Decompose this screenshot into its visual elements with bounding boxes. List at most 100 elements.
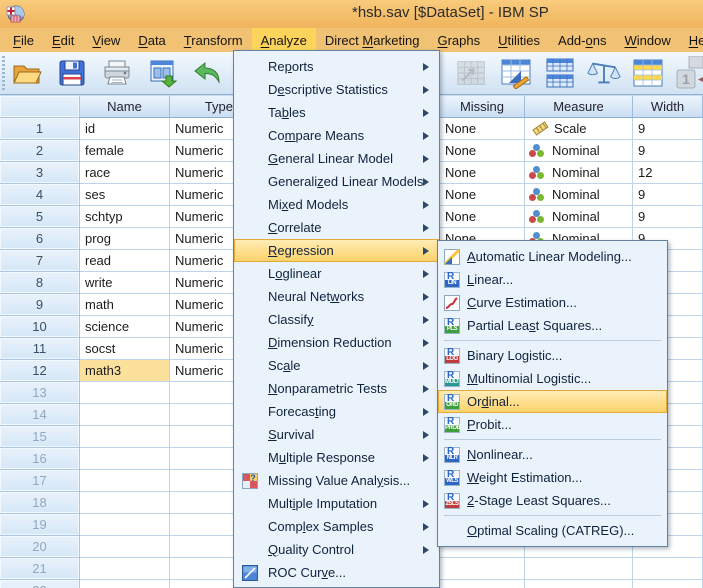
menu-item-forecasting[interactable]: Forecasting xyxy=(234,400,439,423)
select-cases-icon[interactable] xyxy=(631,56,665,90)
type-cell[interactable] xyxy=(170,580,240,588)
type-cell[interactable]: Numeric xyxy=(170,118,240,140)
row-number-cell[interactable]: 7 xyxy=(0,250,80,272)
submenu-item-2-stage-least-squares[interactable]: R 2SLS 2-Stage Least Squares... xyxy=(438,489,667,512)
type-cell[interactable]: Numeric xyxy=(170,206,240,228)
menu-item-general-linear-model[interactable]: General Linear Model xyxy=(234,147,439,170)
name-cell[interactable]: schtyp xyxy=(80,206,170,228)
row-number-cell[interactable]: 17 xyxy=(0,470,80,492)
type-cell[interactable]: Numeric xyxy=(170,294,240,316)
column-header-type[interactable]: Type xyxy=(170,95,240,118)
row-number-cell[interactable]: 8 xyxy=(0,272,80,294)
print-icon[interactable] xyxy=(100,56,134,90)
menu-item-missing-value-analysis[interactable]: ? Missing Value Analysis... xyxy=(234,469,439,492)
type-cell[interactable] xyxy=(170,492,240,514)
measure-cell[interactable]: Nominal xyxy=(525,184,633,206)
submenu-item-multinomial-logistic[interactable]: R MULT Multinomial Logistic... xyxy=(438,367,667,390)
type-cell[interactable] xyxy=(170,382,240,404)
menu-item-multiple-response[interactable]: Multiple Response xyxy=(234,446,439,469)
name-cell[interactable]: math3 xyxy=(80,360,170,382)
measure-cell[interactable]: Nominal xyxy=(525,140,633,162)
width-cell[interactable] xyxy=(633,580,703,588)
column-header-measure[interactable]: Measure xyxy=(525,95,633,118)
column-header-name[interactable]: Name xyxy=(80,95,170,118)
name-cell[interactable] xyxy=(80,558,170,580)
type-cell[interactable] xyxy=(170,448,240,470)
submenu-item-partial-least-squares[interactable]: R PLS Partial Least Squares... xyxy=(438,314,667,337)
variables-icon[interactable] xyxy=(499,56,533,90)
missing-cell[interactable]: None xyxy=(440,206,525,228)
menubar-item-file[interactable]: File xyxy=(4,28,43,52)
menu-item-dimension-reduction[interactable]: Dimension Reduction xyxy=(234,331,439,354)
menu-item-neural-networks[interactable]: Neural Networks xyxy=(234,285,439,308)
missing-cell[interactable]: None xyxy=(440,118,525,140)
row-number-cell[interactable]: 4 xyxy=(0,184,80,206)
row-number-cell[interactable]: 3 xyxy=(0,162,80,184)
width-cell[interactable]: 9 xyxy=(633,118,703,140)
width-cell[interactable]: 9 xyxy=(633,206,703,228)
row-number-cell[interactable]: 11 xyxy=(0,338,80,360)
name-cell[interactable]: female xyxy=(80,140,170,162)
row-number-cell[interactable]: 15 xyxy=(0,426,80,448)
measure-cell[interactable] xyxy=(525,580,633,588)
type-cell[interactable]: Numeric xyxy=(170,272,240,294)
row-number-cell[interactable]: 20 xyxy=(0,536,80,558)
row-number-cell[interactable]: 10 xyxy=(0,316,80,338)
menu-item-descriptive-statistics[interactable]: Descriptive Statistics xyxy=(234,78,439,101)
name-cell[interactable]: race xyxy=(80,162,170,184)
type-cell[interactable] xyxy=(170,426,240,448)
menu-item-classify[interactable]: Classify xyxy=(234,308,439,331)
menubar-item-utilities[interactable]: Utilities xyxy=(489,28,549,52)
width-cell[interactable] xyxy=(633,558,703,580)
menu-item-regression[interactable]: Regression xyxy=(234,239,439,262)
menu-item-correlate[interactable]: Correlate xyxy=(234,216,439,239)
menu-item-loglinear[interactable]: Loglinear xyxy=(234,262,439,285)
name-cell[interactable]: science xyxy=(80,316,170,338)
submenu-item-nonlinear[interactable]: R NLR Nonlinear... xyxy=(438,443,667,466)
name-cell[interactable]: read xyxy=(80,250,170,272)
name-cell[interactable] xyxy=(80,448,170,470)
submenu-item-ordinal[interactable]: R ORD Ordinal... xyxy=(438,390,667,413)
submenu-item-probit[interactable]: R PROB Probit... xyxy=(438,413,667,436)
type-cell[interactable]: Numeric xyxy=(170,338,240,360)
undo-icon[interactable] xyxy=(190,56,224,90)
row-number-cell[interactable]: 9 xyxy=(0,294,80,316)
measure-cell[interactable]: Nominal xyxy=(525,206,633,228)
name-cell[interactable]: ses xyxy=(80,184,170,206)
name-cell[interactable] xyxy=(80,470,170,492)
row-number-cell[interactable]: 2 xyxy=(0,140,80,162)
type-cell[interactable]: Numeric xyxy=(170,360,240,382)
measure-cell[interactable]: Scale xyxy=(525,118,633,140)
name-cell[interactable] xyxy=(80,580,170,588)
menu-item-compare-means[interactable]: Compare Means xyxy=(234,124,439,147)
save-icon[interactable] xyxy=(55,56,89,90)
menu-item-generalized-linear-models[interactable]: Generalized Linear Models xyxy=(234,170,439,193)
row-number-cell[interactable]: 5 xyxy=(0,206,80,228)
name-cell[interactable]: id xyxy=(80,118,170,140)
menu-item-reports[interactable]: Reports xyxy=(234,55,439,78)
menu-item-quality-control[interactable]: Quality Control xyxy=(234,538,439,561)
type-cell[interactable]: Numeric xyxy=(170,162,240,184)
missing-cell[interactable] xyxy=(440,580,525,588)
menubar-item-transform[interactable]: Transform xyxy=(175,28,252,52)
name-cell[interactable] xyxy=(80,514,170,536)
menu-item-survival[interactable]: Survival xyxy=(234,423,439,446)
name-cell[interactable]: math xyxy=(80,294,170,316)
menu-item-scale[interactable]: Scale xyxy=(234,354,439,377)
submenu-item-linear[interactable]: R LIN Linear... xyxy=(438,268,667,291)
type-cell[interactable]: Numeric xyxy=(170,184,240,206)
name-cell[interactable] xyxy=(80,492,170,514)
missing-cell[interactable]: None xyxy=(440,162,525,184)
type-cell[interactable] xyxy=(170,514,240,536)
row-number-cell[interactable]: 13 xyxy=(0,382,80,404)
width-cell[interactable]: 9 xyxy=(633,184,703,206)
row-number-cell[interactable]: 22 xyxy=(0,580,80,588)
type-cell[interactable] xyxy=(170,558,240,580)
menubar-item-data[interactable]: Data xyxy=(129,28,174,52)
name-cell[interactable] xyxy=(80,426,170,448)
name-cell[interactable] xyxy=(80,536,170,558)
menubar-item-add-ons[interactable]: Add-ons xyxy=(549,28,615,52)
menubar-item-edit[interactable]: Edit xyxy=(43,28,83,52)
missing-cell[interactable]: None xyxy=(440,184,525,206)
name-cell[interactable]: write xyxy=(80,272,170,294)
